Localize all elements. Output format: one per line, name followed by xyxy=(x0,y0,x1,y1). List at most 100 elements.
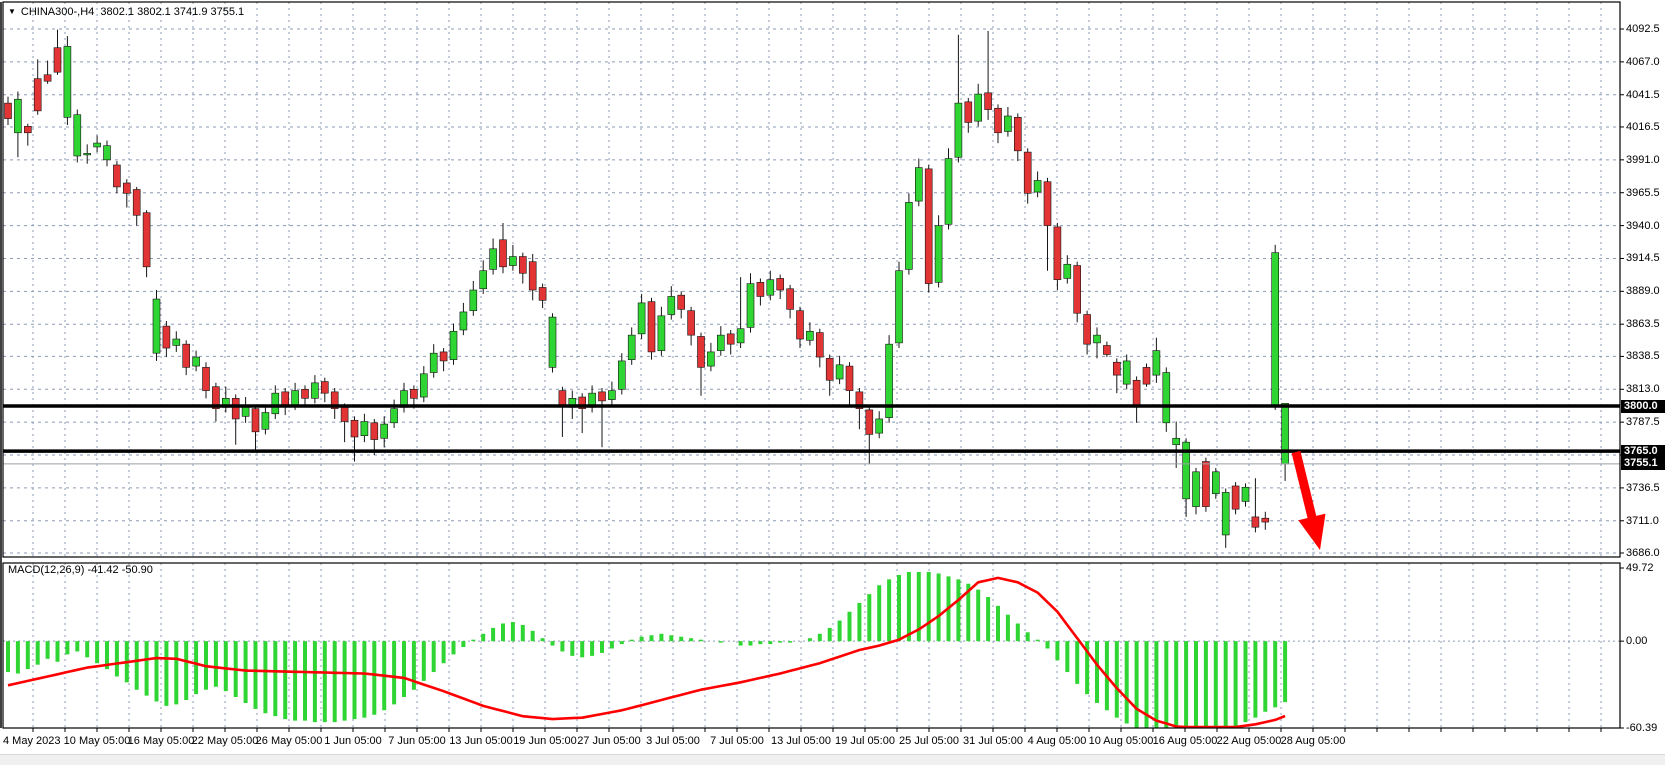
candle-body xyxy=(173,339,180,345)
candle-body xyxy=(252,409,259,432)
price-axis-label: 3838.5 xyxy=(1626,350,1660,363)
candle-body xyxy=(866,410,873,434)
symbol-dropdown-icon[interactable]: ▼ xyxy=(8,7,16,16)
price-axis-label: 3813.0 xyxy=(1626,383,1660,396)
candle-body xyxy=(826,358,833,380)
candle-body xyxy=(698,336,705,367)
candle-body xyxy=(995,108,1002,132)
candle-body xyxy=(816,333,823,357)
candle-body xyxy=(915,168,922,202)
candle-body xyxy=(608,391,615,400)
candle-body xyxy=(1074,266,1081,314)
candle-body xyxy=(905,202,912,269)
candle-body xyxy=(1252,517,1259,527)
candle-body xyxy=(787,289,794,310)
candle-body xyxy=(678,295,685,309)
candle-body xyxy=(133,189,140,215)
support-price-box: 3765.0 xyxy=(1621,445,1665,458)
down-arrow-annotation[interactable] xyxy=(1296,452,1313,523)
macd-axis-label-bottom: -60.39 xyxy=(1626,722,1657,735)
candle-body xyxy=(1034,180,1041,192)
candle-body xyxy=(876,419,883,433)
candle-body xyxy=(965,102,972,123)
candle-body xyxy=(599,392,606,401)
candle-body xyxy=(391,409,398,423)
candle-body xyxy=(34,79,41,111)
mt4-chart-window: ▼ CHINA300-,H4 3802.1 3802.1 3741.9 3755.… xyxy=(0,0,1665,765)
candle-body xyxy=(1103,345,1110,354)
candle-body xyxy=(1014,117,1021,151)
candle-body xyxy=(113,165,120,187)
candle-body xyxy=(193,357,200,366)
macd-axis-label-zero: 0.00 xyxy=(1626,635,1647,648)
candle-body xyxy=(341,407,348,421)
price-axis-label: 3686.0 xyxy=(1626,547,1660,560)
candle-body xyxy=(1163,373,1170,423)
price-axis-label: 4092.5 xyxy=(1626,23,1660,36)
candle-body xyxy=(727,334,734,344)
candle-body xyxy=(232,398,239,419)
candle-body xyxy=(1133,380,1140,406)
candle-body xyxy=(420,374,427,397)
candle-body xyxy=(1123,361,1130,384)
chart-title: ▼ CHINA300-,H4 3802.1 3802.1 3741.9 3755.… xyxy=(8,6,244,18)
price-axis-label: 3889.0 xyxy=(1626,285,1660,298)
resistance-price-box: 3800.0 xyxy=(1621,400,1665,413)
candle-body xyxy=(539,287,546,300)
candle-body xyxy=(1173,438,1180,444)
current-price-box: 3755.1 xyxy=(1621,457,1665,470)
candle-body xyxy=(361,422,368,436)
price-axis-label: 3787.5 xyxy=(1626,416,1660,429)
candle-body xyxy=(1113,362,1120,375)
candle-body xyxy=(94,143,101,147)
candle-body xyxy=(638,303,645,334)
candle-body xyxy=(203,367,210,390)
candle-body xyxy=(1054,227,1061,280)
candle-body xyxy=(1004,116,1011,131)
candle-body xyxy=(183,344,190,367)
candle-body xyxy=(777,278,784,290)
candle-body xyxy=(1044,182,1051,226)
candle-body xyxy=(14,99,21,133)
macd-signal-line xyxy=(8,578,1285,727)
candle-body xyxy=(658,316,665,351)
candlestick-chart-canvas[interactable] xyxy=(0,0,1665,765)
candle-body xyxy=(5,103,12,118)
candle-body xyxy=(163,326,170,348)
candle-body xyxy=(1084,315,1091,345)
candle-body xyxy=(628,335,635,359)
ohlc-readout: 3802.1 3802.1 3741.9 3755.1 xyxy=(100,6,244,18)
candle-body xyxy=(1193,472,1200,507)
candle-body xyxy=(153,299,160,353)
candle-body xyxy=(747,284,754,328)
candle-body xyxy=(272,393,279,414)
candle-body xyxy=(1242,487,1249,501)
price-axis-label: 4016.5 xyxy=(1626,121,1660,134)
candle-body xyxy=(1232,486,1239,509)
price-axis-label: 3863.5 xyxy=(1626,318,1660,331)
candle-body xyxy=(470,290,477,311)
price-axis-label: 3991.0 xyxy=(1626,154,1660,167)
price-axis-label: 3711.0 xyxy=(1626,515,1659,528)
candle-body xyxy=(371,423,378,440)
candle-body xyxy=(975,94,982,121)
candle-body xyxy=(757,282,764,296)
candle-body xyxy=(460,312,467,330)
candle-body xyxy=(1282,403,1289,464)
candle-body xyxy=(123,183,130,193)
candle-body xyxy=(480,271,487,289)
candle-body xyxy=(688,311,695,335)
candle-body xyxy=(737,329,744,343)
candle-body xyxy=(381,424,388,438)
candle-body xyxy=(648,302,655,352)
candle-body xyxy=(302,389,309,398)
candle-body xyxy=(440,352,447,361)
symbol-timeframe: CHINA300-,H4 xyxy=(21,6,94,18)
candle-body xyxy=(54,48,61,72)
candle-body xyxy=(490,249,497,270)
candle-body xyxy=(559,391,566,406)
price-axis-label: 3965.5 xyxy=(1626,187,1660,200)
candle-body xyxy=(945,159,952,225)
candle-body xyxy=(707,352,714,366)
candle-body xyxy=(24,126,31,132)
